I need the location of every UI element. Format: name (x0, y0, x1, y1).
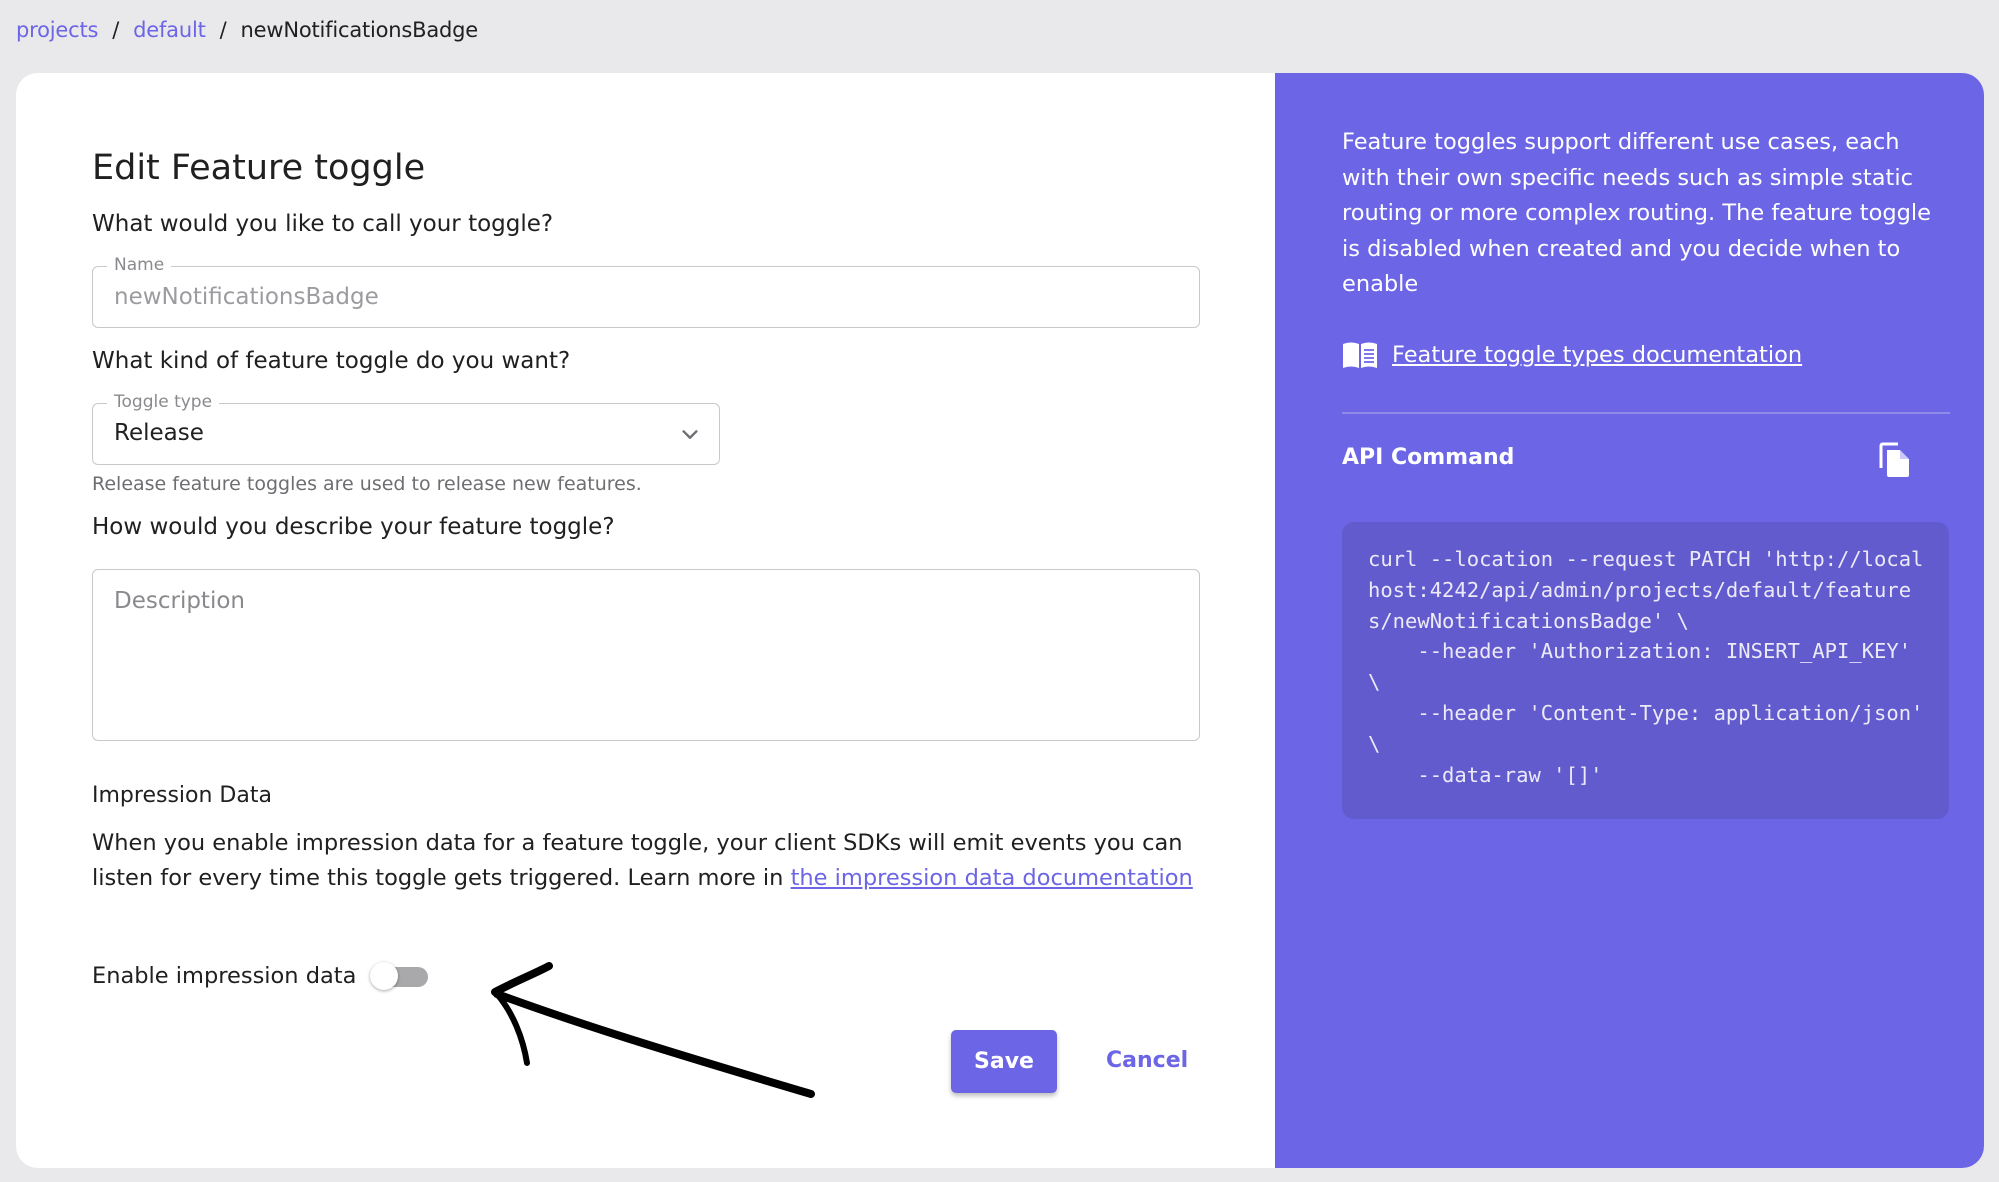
breadcrumb: projects / default / newNotificationsBad… (16, 18, 478, 42)
arrow-head-upper (491, 962, 553, 996)
breadcrumb-separator: / (112, 18, 120, 42)
toggle-type-value: Release (114, 420, 204, 446)
toggle-type-helper: Release feature toggles are used to rele… (92, 473, 642, 495)
save-button[interactable]: Save (951, 1030, 1057, 1093)
toggle-types-docs-label: Feature toggle types documentation (1392, 342, 1803, 368)
description-placeholder: Description (114, 588, 245, 614)
impression-switch-row: Enable impression data (92, 961, 432, 991)
edit-feature-card: Edit Feature toggle What would you like … (16, 73, 1984, 1168)
breadcrumb-projects[interactable]: projects (16, 18, 98, 42)
book-icon (1343, 342, 1377, 368)
api-command-title: API Command (1342, 445, 1515, 470)
arrow-shaft (493, 990, 815, 1098)
type-question: What kind of feature toggle do you want? (92, 348, 571, 374)
edit-form: Edit Feature toggle What would you like … (16, 73, 1275, 1168)
impression-data-description: When you enable impression data for a fe… (92, 826, 1212, 896)
impression-switch-label: Enable impression data (92, 963, 357, 989)
copy-icon[interactable] (1878, 442, 1912, 478)
toggle-types-description: Feature toggles support different use ca… (1342, 129, 1931, 297)
impression-data-heading: Impression Data (92, 783, 272, 808)
breadcrumb-current: newNotificationsBadge (240, 18, 479, 42)
toggle-type-select[interactable]: Toggle type Release (92, 392, 720, 465)
name-field-label: Name (107, 255, 172, 275)
toggle-types-docs-link[interactable]: Feature toggle types documentation (1342, 341, 1802, 369)
api-command-text: curl --location --request PATCH 'http://… (1368, 547, 1924, 787)
arrow-head-lower (494, 991, 530, 1066)
name-field-value: newNotificationsBadge (114, 284, 379, 310)
name-question: What would you like to call your toggle? (92, 211, 554, 237)
enable-impression-data-switch[interactable] (370, 961, 432, 991)
description-question: How would you describe your feature togg… (92, 514, 615, 540)
sidebar-divider (1342, 412, 1950, 414)
chevron-down-icon (682, 430, 698, 439)
cancel-button[interactable]: Cancel (1106, 1048, 1188, 1073)
toggle-type-label: Toggle type (107, 392, 220, 412)
page-title: Edit Feature toggle (92, 148, 426, 188)
impression-docs-link[interactable]: the impression data documentation (791, 865, 1193, 891)
description-field[interactable]: Description (92, 569, 1200, 741)
info-sidebar: Feature toggles support different use ca… (1275, 73, 1984, 1168)
breadcrumb-default[interactable]: default (133, 18, 206, 42)
name-field[interactable]: Name newNotificationsBadge (92, 255, 1200, 328)
breadcrumb-separator: / (219, 18, 227, 42)
api-command-code-block: curl --location --request PATCH 'http://… (1342, 522, 1949, 819)
